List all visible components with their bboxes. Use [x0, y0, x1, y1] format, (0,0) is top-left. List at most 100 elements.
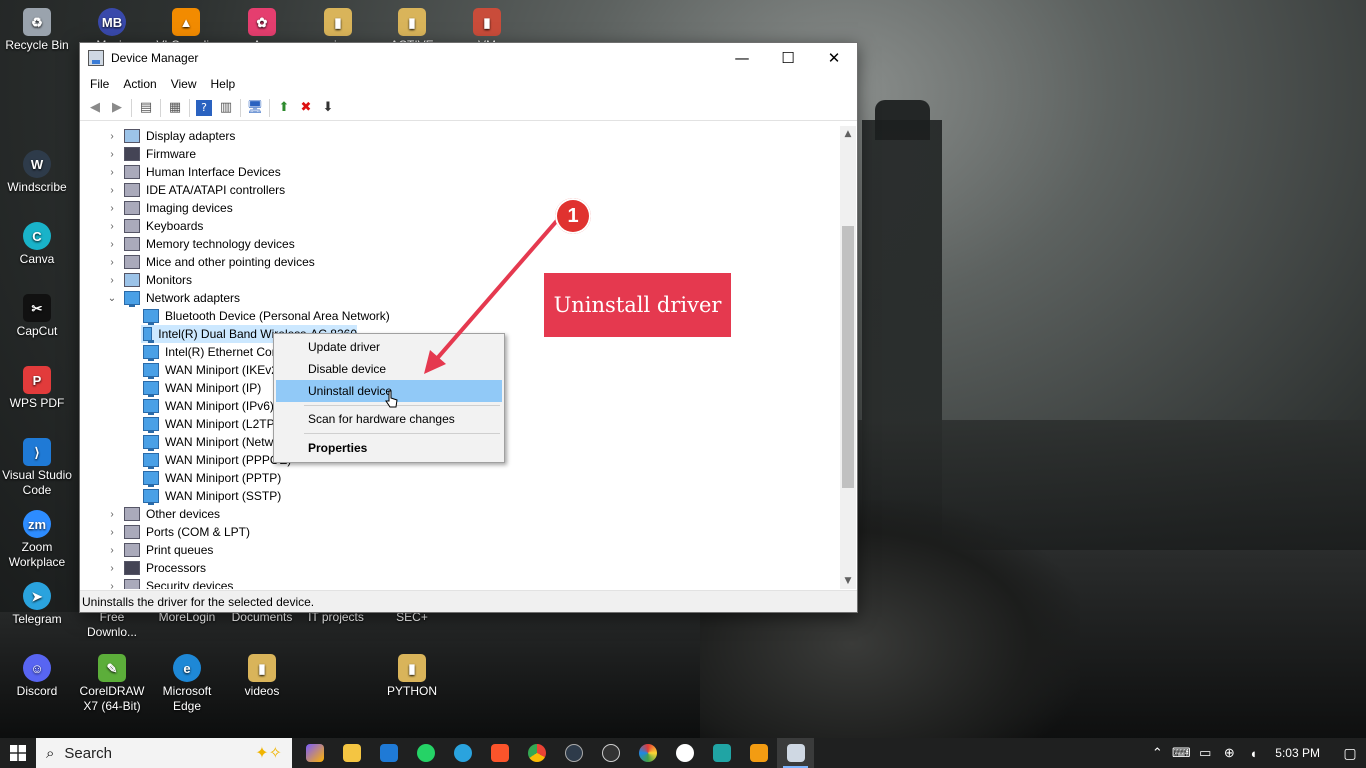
help-icon[interactable]: ? [196, 99, 212, 116]
tree-node-imaging[interactable]: › Imaging devices [107, 199, 233, 217]
tree-node-wan-pptp[interactable]: WAN Miniport (PPTP) [143, 469, 281, 487]
tree-node-keyboards[interactable]: › Keyboards [107, 217, 203, 235]
maximize-button[interactable]: ☐ [765, 43, 811, 73]
desktop-icon-telegram[interactable]: ➤ Telegram [1, 582, 73, 627]
network-tray-icon[interactable]: ⌨ [1169, 745, 1193, 761]
tree-node-hid[interactable]: › Human Interface Devices [107, 163, 281, 181]
chevron-down-icon[interactable]: ⌄ [107, 293, 117, 304]
taskbar-app-windscribe[interactable] [555, 738, 592, 768]
desktop-icon-python[interactable]: ▮ PYTHON [376, 654, 448, 699]
chevron-right-icon[interactable]: › [107, 581, 117, 590]
desktop-icon-vscode[interactable]: ⟩ Visual Studio Code [1, 438, 73, 498]
chevron-right-icon[interactable]: › [107, 257, 117, 268]
globe-icon[interactable]: ⊕ [1217, 745, 1241, 761]
chevron-right-icon[interactable]: › [107, 527, 117, 538]
desktop-icon-coreldraw[interactable]: ✎ CorelDRAW X7 (64-Bit) [76, 654, 148, 714]
tree-node-mice[interactable]: › Mice and other pointing devices [107, 253, 315, 271]
chevron-up-icon[interactable]: ⌃ [1145, 745, 1169, 761]
desktop-icon-zoom[interactable]: zm Zoom Workplace [1, 510, 73, 570]
taskbar-app-whatsapp[interactable] [407, 738, 444, 768]
taskbar-app-q[interactable] [666, 738, 703, 768]
menu-file[interactable]: File [83, 77, 116, 91]
context-update-driver[interactable]: Update driver [276, 336, 502, 358]
taskbar-app-copilot[interactable] [296, 738, 333, 768]
menu-action[interactable]: Action [116, 77, 163, 91]
desktop-icon-capcut[interactable]: ✂ CapCut [1, 294, 73, 339]
scroll-down-icon[interactable]: ▼ [840, 573, 856, 589]
desktop-icon-vlc[interactable]: ▲ VLC media [150, 8, 222, 46]
desktop-icon-wps-pdf[interactable]: P WPS PDF [1, 366, 73, 411]
context-disable-device[interactable]: Disable device [276, 358, 502, 380]
desktop-icon-active[interactable]: ▮ ACTIVE [376, 8, 448, 46]
properties-icon[interactable]: ▦ [164, 97, 186, 119]
show-hide-console-tree-icon[interactable]: ▤ [135, 97, 157, 119]
taskbar-app-obs[interactable] [592, 738, 629, 768]
volume-icon[interactable]: ◖ [1241, 746, 1265, 761]
chevron-right-icon[interactable]: › [107, 563, 117, 574]
tree-node-firmware[interactable]: › Firmware [107, 145, 196, 163]
taskbar-app-vnc[interactable] [703, 738, 740, 768]
tree-node-print-queues[interactable]: › Print queues [107, 541, 213, 559]
chevron-right-icon[interactable]: › [107, 239, 117, 250]
tree-node-ports[interactable]: › Ports (COM & LPT) [107, 523, 250, 541]
taskbar-app-telegram[interactable] [444, 738, 481, 768]
desktop-icon-windscribe[interactable]: W Windscribe [1, 150, 73, 195]
chevron-right-icon[interactable]: › [107, 203, 117, 214]
desktop-icon-canva[interactable]: C Canva [1, 222, 73, 267]
desktop-icon-arc[interactable]: ✿ Arc [226, 8, 298, 46]
desktop-icon-videos[interactable]: ▮ videos [226, 654, 298, 699]
chevron-right-icon[interactable]: › [107, 131, 117, 142]
desktop-icon-edge[interactable]: e Microsoft Edge [151, 654, 223, 714]
title-bar[interactable]: Device Manager — ☐ ✕ [80, 43, 857, 73]
tree-node-ide[interactable]: › IDE ATA/ATAPI controllers [107, 181, 285, 199]
update-driver-icon[interactable]: ⬆ [273, 97, 295, 119]
taskbar-app-device-manager[interactable] [777, 738, 814, 768]
desktop-icon-free-download[interactable]: Free Downlo... [76, 610, 148, 640]
forward-icon[interactable]: ▶ [106, 97, 128, 119]
tree-node-security-devices[interactable]: › Security devices [107, 577, 233, 589]
chevron-right-icon[interactable]: › [107, 545, 117, 556]
clock[interactable]: 5:03 PM [1265, 746, 1334, 760]
disable-device-icon[interactable]: ⬇ [317, 97, 339, 119]
menu-view[interactable]: View [164, 77, 204, 91]
tree-node-other-devices[interactable]: › Other devices [107, 505, 220, 523]
chevron-right-icon[interactable]: › [107, 509, 117, 520]
tree-node-wan-pppoe[interactable]: WAN Miniport (PPPOE) [143, 451, 291, 469]
taskbar-app-multitask[interactable] [740, 738, 777, 768]
chevron-right-icon[interactable]: › [107, 167, 117, 178]
tree-node-processors[interactable]: › Processors [107, 559, 206, 577]
taskbar-app-brave[interactable] [481, 738, 518, 768]
desktop-icon-pics[interactable]: ▮ pics [302, 8, 374, 46]
vertical-scrollbar[interactable]: ▲ ▼ [840, 126, 856, 589]
chevron-right-icon[interactable]: › [107, 185, 117, 196]
taskbar-app-chrome[interactable] [518, 738, 555, 768]
taskbar-app-color-picker[interactable] [629, 738, 666, 768]
context-scan-hardware[interactable]: Scan for hardware changes [276, 408, 502, 430]
chevron-right-icon[interactable]: › [107, 149, 117, 160]
desktop-icon-recycle-bin[interactable]: ♻ Recycle Bin [1, 8, 73, 53]
start-button[interactable] [0, 738, 36, 768]
desktop-icon-discord[interactable]: ☺ Discord [1, 654, 73, 699]
notification-icon[interactable]: ▢ [1334, 745, 1366, 762]
tree-node-bluetooth-pan[interactable]: Bluetooth Device (Personal Area Network) [143, 307, 390, 325]
battery-icon[interactable]: ▭ [1193, 745, 1217, 761]
chevron-right-icon[interactable]: › [107, 221, 117, 232]
chevron-right-icon[interactable]: › [107, 275, 117, 286]
menu-help[interactable]: Help [204, 77, 243, 91]
tree-node-display-adapters[interactable]: › Display adapters [107, 127, 235, 145]
scrollbar-thumb[interactable] [842, 226, 854, 488]
desktop-icon-vm[interactable]: ▮ VM [451, 8, 523, 46]
scroll-up-icon[interactable]: ▲ [840, 126, 856, 142]
tree-node-monitors[interactable]: › Monitors [107, 271, 192, 289]
back-icon[interactable]: ◀ [84, 97, 106, 119]
context-properties[interactable]: Properties [276, 437, 502, 459]
taskbar-app-vscode[interactable] [370, 738, 407, 768]
scan-hardware-icon[interactable]: 🖥 [244, 97, 266, 119]
minimize-button[interactable]: — [719, 43, 765, 73]
taskbar-app-file-explorer[interactable] [333, 738, 370, 768]
view-icon[interactable]: ▥ [215, 97, 237, 119]
desktop-icon-mavis[interactable]: MB Mavis [76, 8, 148, 46]
taskbar-search[interactable]: ⌕ Search ✦✧ [36, 738, 292, 768]
close-button[interactable]: ✕ [811, 43, 857, 73]
tree-node-network-adapters[interactable]: ⌄ Network adapters [107, 289, 240, 307]
